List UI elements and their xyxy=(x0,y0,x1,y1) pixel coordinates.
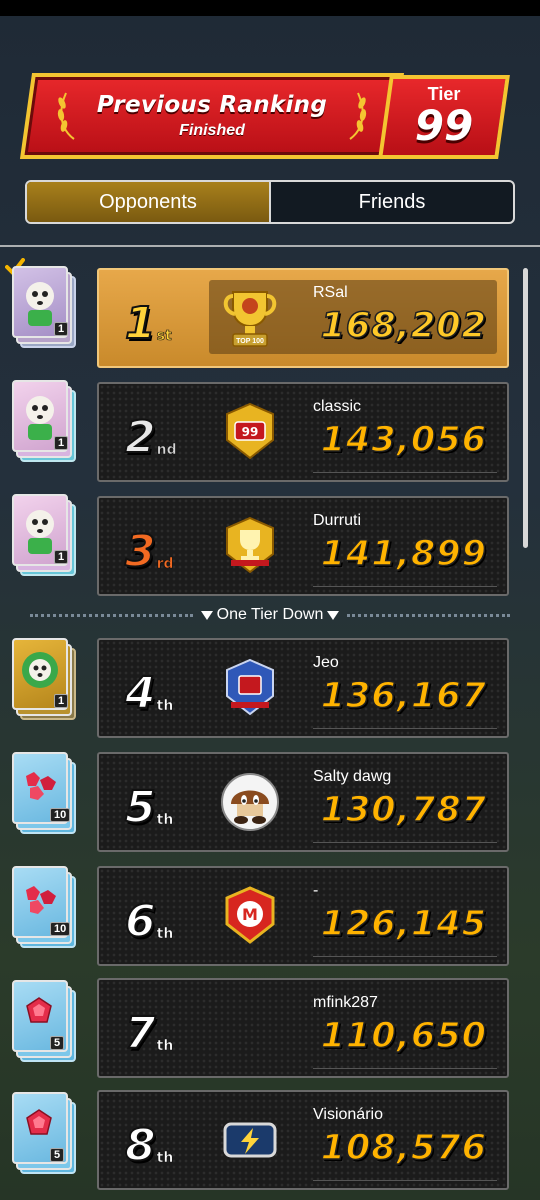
player-info: Jeo 136,167 xyxy=(209,650,497,729)
player-avatar-card-stack[interactable]: 1 xyxy=(10,490,82,578)
player-name: Jeo xyxy=(313,654,339,671)
player-avatar-card-stack[interactable]: 10 xyxy=(10,862,82,950)
ranking-row-4[interactable]: 4 th Jeo 136,167 xyxy=(97,638,509,738)
player-info: Visionário 108,576 xyxy=(209,1102,497,1181)
player-score: 126,145 xyxy=(320,903,487,945)
rank-number: 1 xyxy=(124,298,157,349)
player-info: mfink287 110,650 xyxy=(209,990,497,1069)
card-count: 1 xyxy=(54,550,69,564)
ruby-gems-icon xyxy=(26,772,56,800)
player-name: - xyxy=(313,882,319,899)
status-bar xyxy=(0,0,540,16)
rank-number: 5 xyxy=(124,782,157,833)
rank-suffix: th xyxy=(156,812,174,829)
player-avatar-card-stack[interactable]: 10 xyxy=(10,748,82,836)
ranking-row-5[interactable]: 5 th Salty dawg 130,787 xyxy=(97,752,509,852)
rank-number: 7 xyxy=(124,1008,157,1059)
player-name: Visionário xyxy=(313,1106,383,1123)
player-score: 130,787 xyxy=(320,789,487,831)
player-score: 168,202 xyxy=(320,305,487,347)
player-score: 143,056 xyxy=(320,419,487,461)
card-count: 5 xyxy=(50,1148,65,1162)
gold-trophy-emblem-icon xyxy=(226,516,274,574)
svg-text:99: 99 xyxy=(242,425,259,439)
svg-text:M: M xyxy=(242,905,258,924)
separator-label: One Tier Down xyxy=(216,606,324,623)
ranking-row-6[interactable]: 6 th M - 126,145 xyxy=(97,866,509,966)
player-score: 110,650 xyxy=(320,1015,487,1057)
rank-number: 3 xyxy=(124,526,157,577)
player-info: Durruti 141,899 xyxy=(209,508,497,587)
card-count: 1 xyxy=(54,436,69,450)
rank-number: 8 xyxy=(124,1120,157,1171)
laurel-left-icon xyxy=(57,92,75,140)
ranking-status: Finished xyxy=(179,122,245,139)
player-avatar-card-stack[interactable]: 5 xyxy=(10,1088,82,1176)
ranking-row-1[interactable]: 1 st TOP 100 RSal 168,202 xyxy=(97,268,509,368)
laurel-right-icon xyxy=(349,92,367,140)
player-avatar-card-stack[interactable]: 1 xyxy=(10,376,82,464)
svg-text:TOP 100: TOP 100 xyxy=(236,338,264,345)
ruby-gems-icon xyxy=(26,886,56,914)
ruby-gem-icon xyxy=(26,997,52,1023)
rank-number: 6 xyxy=(124,896,157,947)
card-count: 10 xyxy=(50,808,71,822)
header-divider xyxy=(0,245,540,247)
player-name: classic xyxy=(313,398,362,415)
rank-number: 4 xyxy=(124,668,157,719)
card-count: 1 xyxy=(54,694,69,708)
player-avatar-card-stack[interactable]: 5 xyxy=(10,976,82,1064)
player-name: RSal xyxy=(313,284,348,301)
rank-suffix: th xyxy=(156,1038,174,1055)
rank-suffix: rd xyxy=(156,556,174,573)
triangle-down-icon xyxy=(200,610,213,620)
player-score: 141,899 xyxy=(320,533,487,575)
player-info: M - 126,145 xyxy=(209,878,497,957)
ranking-row-2[interactable]: 2 nd 99 classic 143,056 xyxy=(97,382,509,482)
goomba-badge-icon xyxy=(221,773,279,831)
rank-suffix: th xyxy=(156,926,174,943)
page-title: Previous Ranking xyxy=(96,92,328,118)
player-info: TOP 100 RSal 168,202 xyxy=(209,280,497,354)
card-count: 10 xyxy=(50,922,71,936)
tab-friends[interactable]: Friends xyxy=(271,182,513,222)
mario-emblem-icon: M xyxy=(225,886,275,944)
card-count: 1 xyxy=(54,322,69,336)
player-name: Durruti xyxy=(313,512,362,529)
tier-99-emblem-icon: 99 xyxy=(226,402,274,460)
ranking-row-7[interactable]: 7 th mfink287 110,650 xyxy=(97,978,509,1078)
scrollbar[interactable] xyxy=(523,268,528,548)
rank-suffix: th xyxy=(156,1150,174,1167)
player-avatar-card-stack[interactable]: 1 xyxy=(10,262,82,350)
blue-crest-emblem-icon xyxy=(226,658,274,716)
player-avatar-card-stack[interactable]: 1 xyxy=(10,634,82,722)
lightning-badge-icon xyxy=(223,1122,277,1158)
tier-indicator: Tier 99 xyxy=(378,75,510,159)
card-count: 5 xyxy=(50,1036,65,1050)
triangle-down-icon xyxy=(327,610,340,620)
tab-opponents[interactable]: Opponents xyxy=(27,182,271,222)
ruby-gem-icon xyxy=(26,1109,52,1135)
rank-suffix: st xyxy=(156,328,172,345)
player-info: Salty dawg 130,787 xyxy=(209,764,497,843)
player-name: mfink287 xyxy=(313,994,378,1011)
ranking-row-3[interactable]: 3 rd Durruti 141,899 xyxy=(97,496,509,596)
player-name: Salty dawg xyxy=(313,768,392,785)
rank-number: 2 xyxy=(124,412,157,463)
player-info: 99 classic 143,056 xyxy=(209,394,497,473)
tier-value: 99 xyxy=(414,100,474,150)
previous-ranking-banner: Previous Ranking Finished xyxy=(19,73,405,159)
tier-down-separator: One Tier Down xyxy=(30,604,510,626)
ranking-tabs: Opponents Friends xyxy=(25,180,515,224)
ranking-row-8[interactable]: 8 th Visionário 108,576 xyxy=(97,1090,509,1190)
player-score: 108,576 xyxy=(320,1127,487,1169)
rank-suffix: nd xyxy=(156,442,177,459)
top-100-trophy-icon: TOP 100 xyxy=(223,291,277,347)
player-score: 136,167 xyxy=(320,675,487,717)
rank-suffix: th xyxy=(156,698,174,715)
